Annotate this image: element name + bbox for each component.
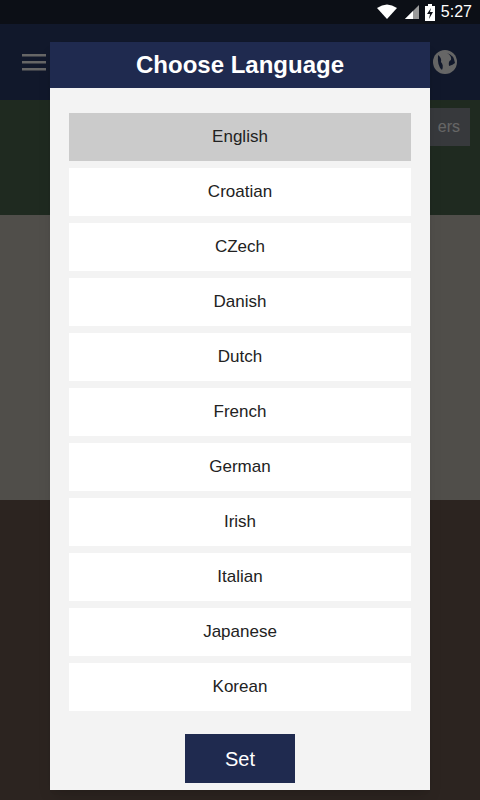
language-label: Japanese (203, 619, 277, 645)
set-button[interactable]: Set (185, 734, 295, 783)
language-item[interactable]: Korean (69, 663, 411, 711)
status-bar: 5:27 (0, 0, 480, 24)
language-label: Danish (214, 289, 267, 315)
language-item[interactable]: Irish (69, 498, 411, 546)
language-item[interactable]: German (69, 443, 411, 491)
language-dialog: Choose Language English Croatian CZech Dani… (50, 42, 430, 790)
language-item[interactable]: English (69, 113, 411, 161)
language-item[interactable]: Danish (69, 278, 411, 326)
dialog-header: Choose Language (50, 42, 430, 88)
language-label: CZech (215, 234, 265, 260)
wifi-icon (377, 4, 397, 20)
language-item[interactable]: French (69, 388, 411, 436)
language-label: German (209, 454, 270, 480)
language-label: Dutch (218, 344, 262, 370)
language-item[interactable]: Italian (69, 553, 411, 601)
language-label: Korean (213, 674, 268, 700)
language-item[interactable]: Dutch (69, 333, 411, 381)
language-item[interactable]: CZech (69, 223, 411, 271)
signal-icon (403, 4, 419, 20)
language-label: Croatian (208, 179, 272, 205)
language-list: English Croatian CZech Danish Dutch French Ger… (50, 88, 430, 711)
language-item[interactable]: Croatian (69, 168, 411, 216)
set-button-label: Set (225, 744, 255, 774)
language-item[interactable]: Japanese (69, 608, 411, 656)
language-label: English (212, 124, 268, 150)
dialog-title: Choose Language (136, 47, 344, 83)
language-label: Irish (224, 509, 256, 535)
clock: 5:27 (441, 4, 472, 20)
language-label: Italian (217, 564, 262, 590)
battery-icon (425, 4, 435, 21)
language-label: French (214, 399, 267, 425)
